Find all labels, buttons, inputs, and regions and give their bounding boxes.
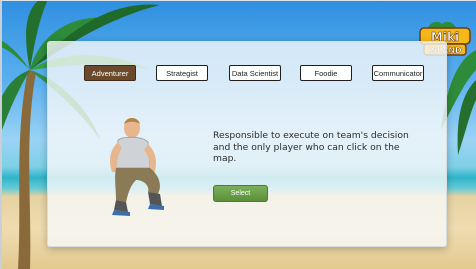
tab-adventurer[interactable]: Adventurer [84,65,136,81]
tab-foodie[interactable]: Foodie [300,65,352,81]
tab-data-scientist[interactable]: Data Scientist [229,65,281,81]
adventurer-character [110,118,164,216]
tab-communicator[interactable]: Communicator [372,65,424,81]
role-description: Responsible to execute on team's decisio… [213,130,409,164]
select-button[interactable]: Select [213,185,268,202]
game-scene: Miki ISLAND Adventurer Strategist Data S… [0,0,476,269]
role-tabs: Adventurer Strategist Data Scientist Foo… [84,65,424,83]
tab-strategist[interactable]: Strategist [156,65,208,81]
